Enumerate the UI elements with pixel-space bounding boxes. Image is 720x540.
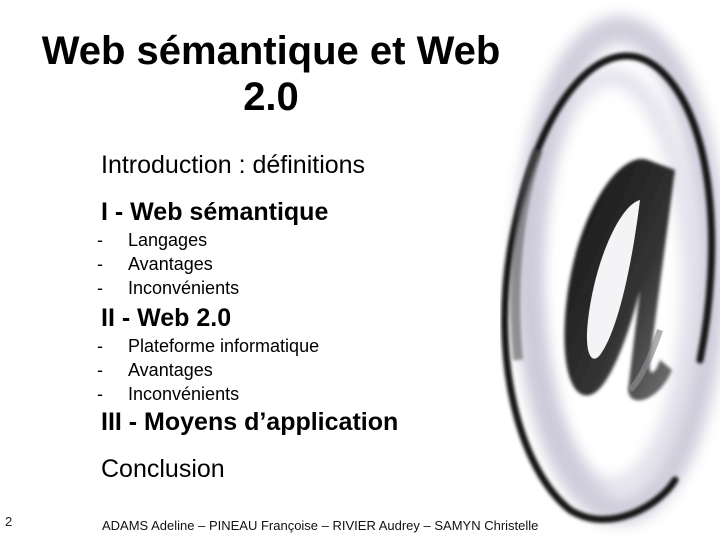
bullet-dash: -: [97, 254, 103, 274]
outline-item: - Langages: [97, 230, 207, 251]
outline-item-label: Langages: [128, 230, 208, 250]
outline-item-label: Inconvénients: [128, 384, 240, 404]
slide-title-line-1: Web sémantique et Web: [41, 29, 501, 73]
bullet-dash: -: [97, 360, 103, 380]
outline-item: - Inconvénients: [97, 278, 239, 299]
slide-title-line-2: 2.0: [243, 75, 299, 119]
outline-item-label: Inconvénients: [128, 278, 240, 298]
bullet-dash: -: [97, 230, 103, 250]
conclusion-entry: Conclusion: [101, 455, 225, 483]
outline-item-label: Plateforme informatique: [128, 336, 320, 356]
outline-item: - Avantages: [97, 254, 213, 275]
outline-item-label: Avantages: [128, 360, 213, 380]
outline-item: - Avantages: [97, 360, 213, 381]
outline-item-label: Avantages: [128, 254, 213, 274]
footer-authors: ADAMS Adeline – PINEAU Françoise – RIVIE…: [102, 518, 539, 533]
section-heading-1: I - Web sémantique: [101, 198, 329, 226]
bullet-dash: -: [97, 336, 103, 356]
slide-number: 2: [5, 514, 13, 529]
introduction-entry: Introduction : définitions: [101, 151, 366, 179]
section-heading-3: III - Moyens d’application: [101, 408, 399, 436]
outline-item: - Inconvénients: [97, 384, 239, 405]
section-heading-2: II - Web 2.0: [101, 304, 232, 332]
slide-title: Web sémantique et Web 2.0: [0, 28, 542, 120]
bullet-dash: -: [97, 278, 103, 298]
bullet-dash: -: [97, 384, 103, 404]
outline-item: - Plateforme informatique: [97, 336, 319, 357]
